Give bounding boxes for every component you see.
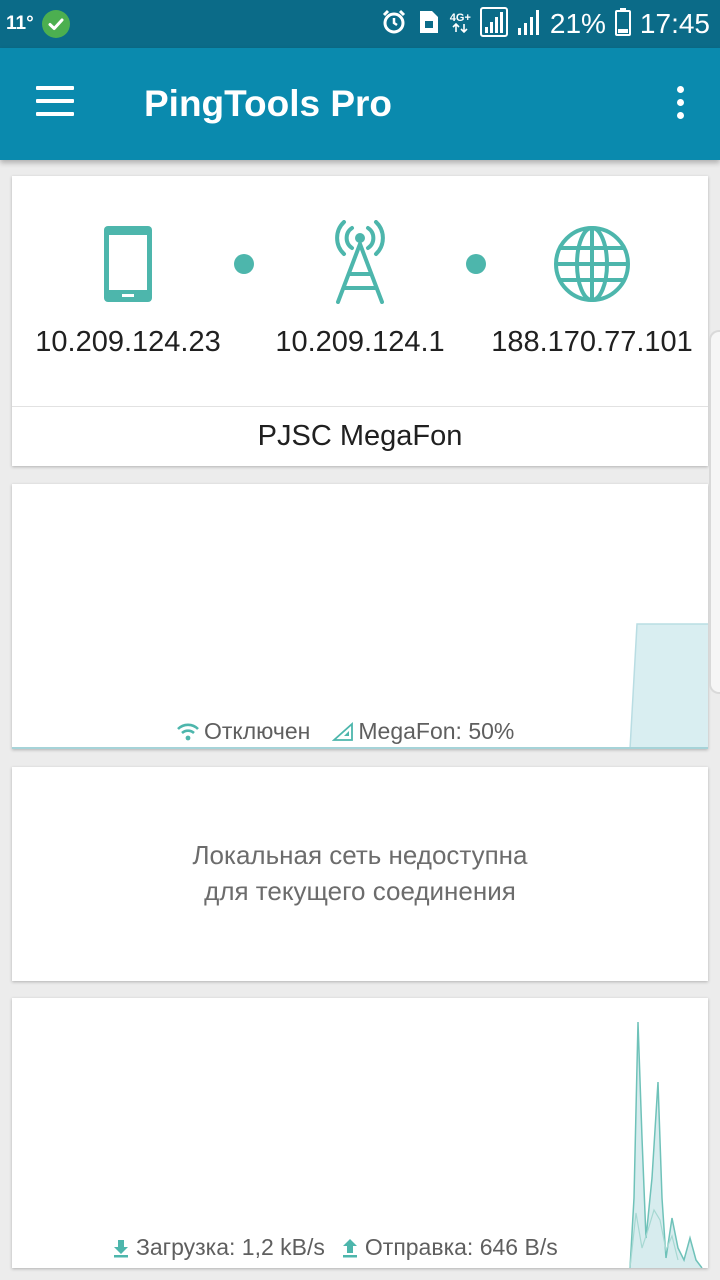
saved-file-icon [417, 9, 441, 40]
divider [12, 406, 708, 407]
cell-status: MegaFon: 50% [358, 718, 515, 744]
signal-chart-card[interactable]: Отключен MegaFon: 50% [12, 484, 708, 749]
device-ip[interactable]: 10.209.124.23 [30, 326, 226, 359]
app-title: PingTools Pro [144, 83, 393, 124]
clock: 17:45 [639, 8, 710, 39]
edge-panel-handle[interactable] [709, 330, 720, 694]
download-icon [114, 1239, 128, 1257]
provider-name: PJSC MegaFon [257, 420, 463, 452]
traffic-chart-card[interactable]: Загрузка: 1,2 kB/s Отправка: 646 B/s [12, 998, 708, 1268]
alarm-icon [380, 8, 408, 41]
battery-percent: 21% [549, 8, 606, 39]
status-bar: 11° 4G+ 21% 17:45 [0, 0, 720, 48]
lan-message-line1: Локальная сеть недоступна [192, 840, 528, 870]
connector-dot [234, 254, 254, 274]
battery-icon [614, 7, 631, 41]
hamburger-menu-icon[interactable] [36, 86, 76, 118]
lan-card[interactable]: Локальная сеть недоступна для текущего с… [12, 767, 708, 981]
temperature: 11° [6, 13, 34, 34]
signal-area [630, 624, 708, 749]
smartphone-icon [104, 226, 152, 302]
app-bar: PingTools Pro [0, 48, 720, 160]
wifi-icon [177, 723, 199, 740]
cell-signal-icon [332, 721, 354, 741]
network-route-card[interactable]: 10.209.124.23 10.209.124.1 188.170.77.10… [12, 176, 708, 466]
upload-speed: Отправка: 646 B/s [364, 1234, 558, 1260]
signal-legend: Отключен MegaFon: 50% [176, 718, 514, 745]
download-speed: Загрузка: 1,2 kB/s [136, 1234, 325, 1260]
globe-icon [554, 226, 630, 302]
connector-dot [466, 254, 486, 274]
download-area [630, 1022, 702, 1268]
external-ip[interactable]: 188.170.77.101 [488, 326, 696, 359]
network-type: 4G+ [450, 13, 471, 35]
signal-chart [12, 623, 708, 749]
wifi-status: Отключен [204, 718, 311, 744]
traffic-legend: Загрузка: 1,2 kB/s Отправка: 646 B/s [112, 1234, 558, 1261]
check-circle-icon [41, 10, 70, 38]
more-vert-icon[interactable] [670, 86, 690, 126]
cell-tower-icon [335, 220, 385, 304]
lan-unavailable-message: Локальная сеть недоступна для текущего с… [12, 837, 708, 909]
gateway-ip[interactable]: 10.209.124.1 [262, 326, 458, 359]
data-arrows-icon [452, 22, 468, 34]
signal-sim2-icon [517, 8, 541, 41]
upload-icon [342, 1238, 357, 1257]
signal-sim1-icon [479, 6, 508, 42]
traffic-chart [629, 1021, 703, 1268]
lan-message-line2: для текущего соединения [204, 876, 516, 906]
